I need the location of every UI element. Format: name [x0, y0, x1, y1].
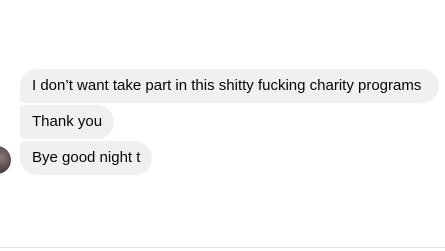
message-bubble[interactable]: Thank you [20, 105, 115, 139]
chat-thread: I don’t want take part in this shitty fu… [0, 0, 445, 251]
composer-divider [0, 247, 445, 248]
message-bubble[interactable]: I don’t want take part in this shitty fu… [20, 69, 439, 103]
avatar[interactable] [0, 146, 11, 174]
message-bubble[interactable]: Bye good night t [20, 141, 153, 175]
